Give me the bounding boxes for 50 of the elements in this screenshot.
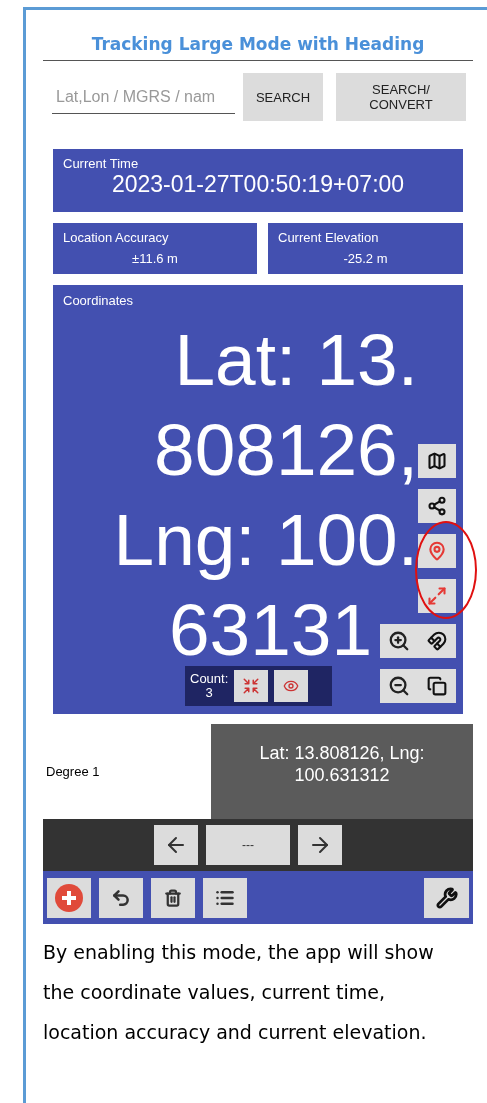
previous-button[interactable] bbox=[154, 825, 198, 865]
expand-button[interactable] bbox=[418, 579, 456, 613]
wrench-icon bbox=[435, 886, 458, 909]
zoom-in-button[interactable] bbox=[380, 624, 418, 658]
map-pin-button[interactable] bbox=[418, 534, 456, 568]
search-button[interactable]: SEARCH bbox=[243, 73, 323, 121]
point-button[interactable]: --- bbox=[206, 825, 290, 865]
expand-icon bbox=[427, 586, 447, 606]
undo-button[interactable] bbox=[99, 877, 143, 918]
layers-button[interactable] bbox=[418, 669, 456, 703]
zoom-out-button[interactable] bbox=[380, 669, 418, 703]
map-button[interactable] bbox=[418, 444, 456, 478]
document-title: Tracking Large Mode with Heading bbox=[90, 33, 426, 56]
settings-button[interactable] bbox=[424, 877, 469, 918]
degree-label: Degree 1 bbox=[45, 764, 101, 779]
search-convert-button[interactable]: SEARCH/ CONVERT bbox=[336, 73, 466, 121]
share-icon bbox=[427, 496, 447, 516]
description-paragraph: By enabling this mode, the app will show the coordinate values, current time, location accuracy and current elevation. bbox=[43, 940, 435, 1045]
undo-icon bbox=[111, 887, 131, 908]
shrink-button[interactable] bbox=[234, 670, 269, 702]
list-button[interactable] bbox=[203, 877, 247, 918]
share-button[interactable] bbox=[418, 489, 456, 523]
coordinate-text: Lat: 13. bbox=[174, 322, 418, 398]
map-pin-icon bbox=[427, 541, 447, 561]
magnet-button[interactable] bbox=[418, 624, 456, 658]
shrink-icon bbox=[242, 677, 261, 695]
card-value: -25.2 m bbox=[343, 251, 388, 266]
card-label: Current Elevation bbox=[278, 230, 380, 245]
next-button[interactable] bbox=[298, 825, 342, 865]
card-label: Coordinates bbox=[63, 293, 135, 308]
zoom-in-icon bbox=[388, 630, 410, 652]
card-label: Location Accuracy bbox=[63, 230, 170, 245]
eye-button[interactable] bbox=[274, 670, 309, 702]
coordinate-text: Lng: 100. bbox=[113, 502, 418, 578]
delete-button[interactable] bbox=[151, 877, 195, 918]
count-text: Count: 3 bbox=[190, 672, 229, 700]
zoom-out-icon bbox=[388, 675, 410, 697]
map-icon bbox=[427, 451, 447, 471]
coordinate-text: 63131 bbox=[169, 592, 372, 668]
coordinate-text: 808126, bbox=[154, 412, 418, 488]
card-value: ±11.6 m bbox=[132, 251, 178, 266]
coordinate-readout: Lat: 13.808126, Lng: 100.631312 bbox=[211, 724, 473, 819]
layers-icon bbox=[427, 676, 447, 696]
add-button[interactable] bbox=[47, 877, 91, 918]
card-label: Current Time bbox=[63, 156, 140, 171]
trash-icon bbox=[164, 888, 182, 907]
current-time-value: 2023-01-27T00:50:19+07:00 bbox=[111, 171, 405, 198]
plus-circle-icon bbox=[54, 882, 84, 913]
magnet-icon bbox=[427, 631, 447, 651]
eye-icon bbox=[283, 678, 300, 694]
